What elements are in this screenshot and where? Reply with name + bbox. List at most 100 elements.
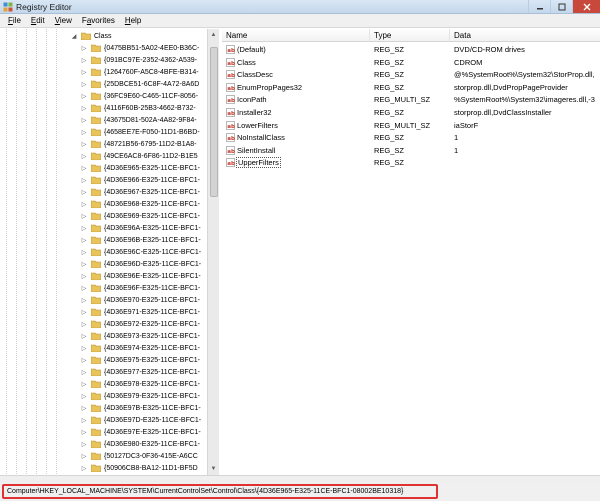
expand-icon[interactable]: ▷: [80, 128, 88, 136]
tree-item[interactable]: ▷ {0475BB51-5A02-4EE0-B36C-: [80, 42, 199, 54]
menu-favorites[interactable]: Favorites: [77, 16, 120, 25]
expand-icon[interactable]: ▷: [80, 104, 88, 112]
expand-icon[interactable]: ▷: [80, 212, 88, 220]
column-data[interactable]: Data: [450, 29, 600, 42]
column-type[interactable]: Type: [370, 29, 450, 42]
value-row[interactable]: ab EnumPropPages32 REG_SZ storprop.dll,DvdP…: [222, 82, 600, 94]
tree-item[interactable]: ▷ {4D36E969-E325-11CE-BFC1-: [80, 210, 200, 222]
menu-edit[interactable]: Edit: [26, 16, 50, 25]
value-row[interactable]: ab NoInstallClass REG_SZ 1: [222, 132, 600, 144]
tree-item[interactable]: ▷ {4D36E974-E325-11CE-BFC1-: [80, 342, 200, 354]
maximize-button[interactable]: [550, 0, 572, 13]
tree-item[interactable]: ▷ {4658EE7E-F050-11D1-B6BD-: [80, 126, 200, 138]
expand-icon[interactable]: ▷: [80, 404, 88, 412]
expand-icon[interactable]: ▷: [80, 80, 88, 88]
value-row[interactable]: ab IconPath REG_MULTI_SZ %SystemRoot%\Syste…: [222, 94, 600, 106]
expand-icon[interactable]: ▷: [80, 152, 88, 160]
tree-item[interactable]: ▷ {43675D81-502A-4A82-9F84-: [80, 114, 197, 126]
tree-item[interactable]: ▷ {50906CB8-BA12-11D1-BF5D: [80, 462, 198, 474]
tree-item[interactable]: ▷ {48721B56-6795-11D2-B1A8-: [80, 138, 197, 150]
tree-item[interactable]: ▷ {4D36E979-E325-11CE-BFC1-: [80, 390, 200, 402]
expand-icon[interactable]: ▷: [80, 68, 88, 76]
expand-icon[interactable]: ▷: [80, 332, 88, 340]
tree-item[interactable]: ▷ {4D36E980-E325-11CE-BFC1-: [80, 438, 200, 450]
tree-item[interactable]: ▷ {49CE6AC8-6F86-11D2-B1E5: [80, 150, 198, 162]
tree-item[interactable]: ▷ {4D36E978-E325-11CE-BFC1-: [80, 378, 200, 390]
tree-item[interactable]: ▷ {4D36E965-E325-11CE-BFC1-: [80, 162, 200, 174]
tree-item-class[interactable]: ◢ Class: [70, 30, 112, 42]
expand-icon[interactable]: ▷: [80, 452, 88, 460]
tree-item[interactable]: ▷ {4116F60B-25B3-4662-B732-: [80, 102, 196, 114]
tree-item[interactable]: ▷ {4D36E970-E325-11CE-BFC1-: [80, 294, 200, 306]
tree-item[interactable]: ▷ {4D36E971-E325-11CE-BFC1-: [80, 306, 200, 318]
tree-item[interactable]: ▷ {4D36E975-E325-11CE-BFC1-: [80, 354, 200, 366]
expand-icon[interactable]: ▷: [80, 260, 88, 268]
expand-icon[interactable]: ▷: [80, 140, 88, 148]
expand-icon[interactable]: ▷: [80, 356, 88, 364]
expand-icon[interactable]: ▷: [80, 284, 88, 292]
horizontal-scrollbar[interactable]: [0, 475, 600, 483]
expand-icon[interactable]: ▷: [80, 236, 88, 244]
expand-icon[interactable]: ▷: [80, 176, 88, 184]
expand-icon[interactable]: ▷: [80, 224, 88, 232]
tree-item[interactable]: ▷ {36FC9E60-C465-11CF-8056-: [80, 90, 198, 102]
values-list[interactable]: Name Type Data ab (Default) REG_SZ DVD/CD-R…: [222, 29, 600, 475]
scroll-down-icon[interactable]: ▼: [208, 463, 219, 474]
value-row[interactable]: ab ClassDesc REG_SZ @%SystemRoot%\System32\…: [222, 69, 600, 81]
expand-icon[interactable]: ▷: [80, 428, 88, 436]
expand-icon[interactable]: ▷: [80, 308, 88, 316]
tree-item[interactable]: ▷ {4D36E973-E325-11CE-BFC1-: [80, 330, 200, 342]
value-row[interactable]: ab (Default) REG_SZ DVD/CD-ROM drives: [222, 44, 600, 56]
tree-item[interactable]: ▷ {4D36E96D-E325-11CE-BFC1-: [80, 258, 201, 270]
tree-item[interactable]: ▷ {4D36E96C-E325-11CE-BFC1-: [80, 246, 201, 258]
expand-icon[interactable]: ▷: [80, 56, 88, 64]
tree-item[interactable]: ▷ {4D36E97B-E325-11CE-BFC1-: [80, 402, 201, 414]
tree-vertical-scrollbar[interactable]: ▲ ▼: [207, 29, 219, 475]
expand-icon[interactable]: ▷: [80, 92, 88, 100]
value-row[interactable]: ab Class REG_SZ CDROM: [222, 57, 600, 69]
expand-icon[interactable]: ▷: [80, 188, 88, 196]
tree-item[interactable]: ▷ {4D36E96F-E325-11CE-BFC1-: [80, 282, 200, 294]
expand-icon[interactable]: ▷: [80, 416, 88, 424]
expand-icon[interactable]: ▷: [80, 320, 88, 328]
tree-item[interactable]: ▷ {4D36E97E-E325-11CE-BFC1-: [80, 426, 201, 438]
menu-file[interactable]: File: [3, 16, 26, 25]
tree-item[interactable]: ▷ {4D36E968-E325-11CE-BFC1-: [80, 198, 200, 210]
scroll-thumb[interactable]: [210, 47, 218, 197]
collapse-icon[interactable]: ◢: [70, 32, 78, 40]
expand-icon[interactable]: ▷: [80, 296, 88, 304]
value-row[interactable]: ab LowerFilters REG_MULTI_SZ iaStorF: [222, 120, 600, 132]
tree-item[interactable]: ▷ {4D36E977-E325-11CE-BFC1-: [80, 366, 200, 378]
expand-icon[interactable]: ▷: [80, 440, 88, 448]
value-row[interactable]: ab SilentInstall REG_SZ 1: [222, 145, 600, 157]
expand-icon[interactable]: ▷: [80, 200, 88, 208]
tree-item[interactable]: ▷ {4D36E972-E325-11CE-BFC1-: [80, 318, 200, 330]
tree-item[interactable]: ▷ {50127DC3-0F36-415E-A6CC: [80, 450, 198, 462]
tree-item[interactable]: ▷ {25DBCE51-6C8F-4A72-8A6D: [80, 78, 199, 90]
tree-item[interactable]: ▷ {4D36E96B-E325-11CE-BFC1-: [80, 234, 201, 246]
value-row[interactable]: ab UpperFilters REG_SZ: [222, 157, 600, 169]
tree-item[interactable]: ▷ {091BC97E-2352-4362-A539-: [80, 54, 197, 66]
menu-help[interactable]: Help: [120, 16, 146, 25]
tree-item[interactable]: ▷ {4D36E966-E325-11CE-BFC1-: [80, 174, 200, 186]
expand-icon[interactable]: ▷: [80, 464, 88, 472]
expand-icon[interactable]: ▷: [80, 344, 88, 352]
tree-item[interactable]: ▷ {4D36E96A-E325-11CE-BFC1-: [80, 222, 201, 234]
scroll-up-icon[interactable]: ▲: [208, 29, 219, 40]
key-tree[interactable]: ◢ Class ▷ {0475BB51-5A02-4EE0-B36C- ▷ {091B…: [0, 29, 219, 475]
expand-icon[interactable]: ▷: [80, 272, 88, 280]
expand-icon[interactable]: ▷: [80, 392, 88, 400]
expand-icon[interactable]: ▷: [80, 368, 88, 376]
column-name[interactable]: Name: [222, 29, 370, 42]
expand-icon[interactable]: ▷: [80, 380, 88, 388]
close-button[interactable]: [572, 0, 600, 13]
tree-item[interactable]: ▷ {4D36E97D-E325-11CE-BFC1-: [80, 414, 201, 426]
tree-item[interactable]: ▷ {1264760F-A5C8-4BFE-B314-: [80, 66, 199, 78]
value-row[interactable]: ab Installer32 REG_SZ storprop.dll,DvdClass…: [222, 107, 600, 119]
expand-icon[interactable]: ▷: [80, 44, 88, 52]
minimize-button[interactable]: [528, 0, 550, 13]
tree-item[interactable]: ▷ {4D36E967-E325-11CE-BFC1-: [80, 186, 200, 198]
expand-icon[interactable]: ▷: [80, 116, 88, 124]
tree-item[interactable]: ▷ {4D36E96E-E325-11CE-BFC1-: [80, 270, 201, 282]
menu-view[interactable]: View: [50, 16, 77, 25]
